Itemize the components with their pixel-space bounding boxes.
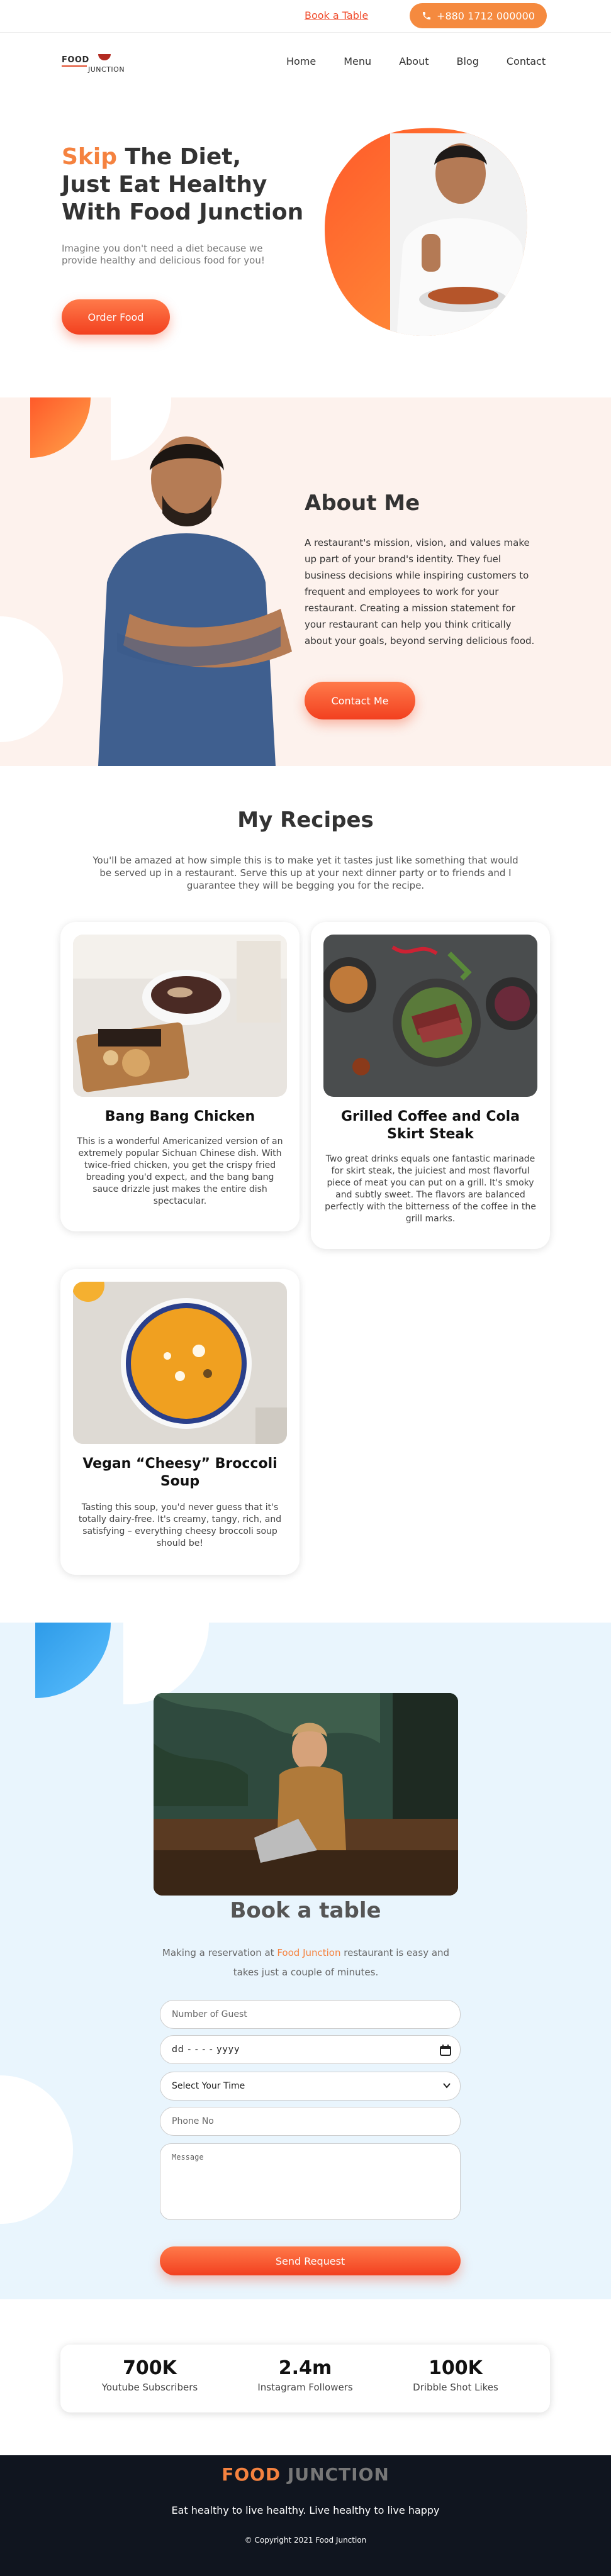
guest-count-input[interactable]: Number of Guest [160,2000,461,2029]
stats-box: 700K Youtube Subscribers 2.4m Instagram … [60,2345,550,2412]
calendar-icon[interactable] [440,2045,451,2056]
phone-number: +880 1712 000000 [437,9,535,22]
phone-placeholder: Phone No [172,2116,214,2126]
nav-item-home[interactable]: Home [286,55,316,67]
phone-button[interactable]: +880 1712 000000 [410,3,547,28]
booking-text-highlight: Food Junction [277,1947,341,1958]
recipe-image [323,935,537,1097]
recipe-card[interactable]: Bang Bang Chicken This is a wonderful Am… [60,922,300,1231]
hero-title: Skip The Diet, Just Eat Healthy With Foo… [62,143,326,226]
footer-brand: FOOD JUNCTION [0,2464,611,2485]
footer-tagline: Eat healthy to live healthy. Live health… [171,2504,440,2516]
contact-me-button[interactable]: Contact Me [305,682,415,719]
order-food-button[interactable]: Order Food [62,299,170,335]
booking-text-before: Making a reservation at [162,1947,277,1958]
top-bar: Book a Table +880 1712 000000 [0,0,611,33]
nav-item-about[interactable]: About [399,55,429,67]
stat-youtube: 700K Youtube Subscribers [87,2357,213,2393]
chevron-down-icon [443,2083,451,2089]
logo-text-junction: JUNCTION [88,65,125,74]
stat-value: 700K [123,2357,177,2379]
recipe-image [73,1282,287,1444]
recipe-title: Grilled Coffee and Cola Skirt Steak [340,1109,520,1142]
guest-count-placeholder: Number of Guest [172,2009,247,2019]
stat-label: Youtube Subscribers [101,2382,198,2393]
recipe-text: Two great drinks equals one fantastic ma… [325,1154,536,1224]
book-table-link[interactable]: Book a Table [305,9,368,21]
hero-section: Skip The Diet, Just Eat Healthy With Foo… [0,93,611,397]
chef-image [325,128,527,336]
footer-brand-food: FOOD [221,2464,281,2485]
about-title: About Me [305,491,420,516]
recipe-image [73,935,287,1097]
nav-item-menu[interactable]: Menu [344,55,371,67]
logo[interactable]: FOOD JUNCTION [62,50,137,78]
recipe-card[interactable]: Vegan “Cheesy” Broccoli Soup Tasting thi… [60,1269,300,1575]
decor-quarter-circle [35,1623,111,1698]
phone-icon [423,12,431,19]
date-input[interactable]: dd - - - - yyyy [160,2035,461,2064]
stat-value: 100K [429,2357,483,2379]
nav-item-blog[interactable]: Blog [457,55,479,67]
decor-quarter-circle [30,397,91,458]
time-select[interactable]: Select Your Time [160,2072,461,2101]
booking-image [154,1693,458,1896]
footer-brand-junction: JUNCTION [281,2464,390,2485]
stat-dribbble: 100K Dribble Shot Likes [393,2357,519,2393]
bowl-icon [98,54,111,60]
stat-label: Instagram Followers [257,2382,353,2393]
booking-section: Book a table Making a reservation at Foo… [0,1623,611,2299]
recipes-section: My Recipes You'll be amazed at how simpl… [0,766,611,1623]
message-placeholder: Message [172,2153,204,2162]
footer-copyright: © Copyright 2021 Food Junction [244,2536,367,2545]
stat-label: Dribble Shot Likes [413,2382,498,2393]
hero-title-accent: Skip [62,144,117,170]
nav-item-contact[interactable]: Contact [507,55,546,67]
message-textarea[interactable]: Message [160,2143,461,2220]
stats-section: 700K Youtube Subscribers 2.4m Instagram … [0,2299,611,2455]
decor-white-shape [123,1623,209,1704]
recipe-title: Bang Bang Chicken [104,1109,255,1124]
hero-title-line2: Just Eat Healthy [62,172,267,197]
stat-instagram: 2.4m Instagram Followers [242,2357,368,2393]
decor-half-circle [0,2075,73,2224]
decor-half-circle [0,616,63,742]
nav-links: Home Menu About Blog Contact [286,55,573,67]
stat-value: 2.4m [278,2357,332,2379]
booking-text: Making a reservation at Food Junction re… [149,1943,463,1982]
hero-title-rest: The Diet, [116,144,242,170]
booking-title: Book a table [230,1898,381,1923]
time-select-value: Select Your Time [172,2081,245,2091]
hero-title-line3: With Food Junction [62,199,304,225]
navbar: FOOD JUNCTION Home Menu About Blog Conta… [0,33,611,93]
recipes-intro: You'll be amazed at how simple this is t… [92,855,519,891]
phone-input[interactable]: Phone No [160,2107,461,2136]
recipe-text: This is a wonderful Americanized version… [77,1136,283,1206]
send-request-button[interactable]: Send Request [160,2246,461,2275]
hero-subtitle: Imagine you don't need a diet because we… [62,243,265,266]
footer: FOOD JUNCTION Eat healthy to live health… [0,2455,611,2576]
recipes-title: My Recipes [237,808,374,833]
recipe-text: Tasting this soup, you'd never guess tha… [78,1502,282,1548]
recipe-card[interactable]: Grilled Coffee and Cola Skirt Steak Two … [311,922,550,1249]
about-text: A restaurant's mission, vision, and valu… [305,537,535,647]
logo-text-food: FOOD [62,55,89,65]
logo-bar [62,65,87,67]
date-value: dd - - - - yyyy [172,2045,240,2055]
recipe-title: Vegan “Cheesy” Broccoli Soup [82,1456,277,1489]
chef-portrait [98,436,292,766]
about-section: About Me A restaurant's mission, vision,… [0,397,611,766]
